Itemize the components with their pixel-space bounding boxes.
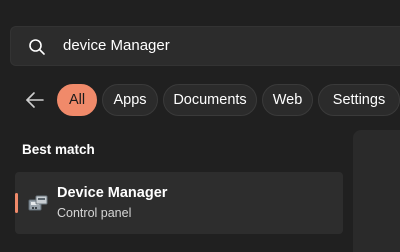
selection-indicator [15, 193, 18, 213]
back-arrow-icon [26, 92, 44, 108]
best-match-heading: Best match [22, 142, 95, 157]
tab-web[interactable]: Web [262, 84, 313, 116]
tab-all[interactable]: All [57, 84, 97, 116]
result-title: Device Manager [57, 185, 168, 201]
device-manager-icon [27, 193, 49, 215]
start-search-window: All Apps Documents Web Settings Best mat… [0, 0, 400, 252]
search-box[interactable] [10, 26, 400, 66]
tab-apps[interactable]: Apps [102, 84, 158, 116]
back-button[interactable] [22, 87, 48, 113]
tab-documents[interactable]: Documents [163, 84, 257, 116]
result-subtitle: Control panel [57, 206, 132, 220]
preview-pane [353, 130, 400, 252]
best-match-result[interactable]: Device Manager Control panel [15, 172, 343, 234]
search-input[interactable] [63, 35, 383, 57]
search-icon [28, 38, 46, 56]
tab-settings[interactable]: Settings [318, 84, 400, 116]
